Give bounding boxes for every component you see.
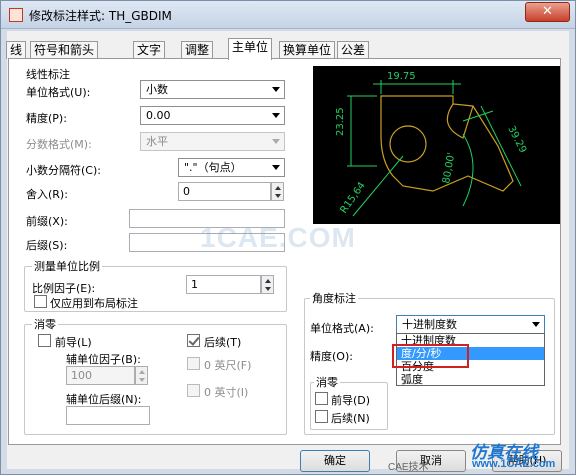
spin-up-icon (265, 279, 271, 283)
angular-group-label: 角度标注 (310, 290, 358, 306)
app-icon (9, 8, 23, 22)
highlight-box (392, 344, 469, 368)
zero-inch-label: 0 英寸(I) (204, 386, 249, 399)
scale-group-label: 测量单位比例 (32, 258, 102, 274)
sub-unit-suffix-label: 辅单位后缀(N): (66, 393, 142, 406)
decimal-separator-value: "."（句点） (184, 161, 242, 174)
angular-unit-format-label: 单位格式(A): (310, 322, 374, 335)
watermark-wechat: CAE技术 (388, 462, 429, 473)
layout-only-checkbox[interactable] (34, 295, 47, 308)
linear-group-label: 线性标注 (26, 68, 70, 81)
fraction-format-label: 分数格式(M): (26, 138, 92, 151)
tab-tolerances[interactable]: 公差 (337, 41, 370, 59)
title-bar: 修改标注样式: TH_GBDIM ✕ (1, 1, 575, 29)
angular-leading-label: 前导(D) (331, 394, 371, 407)
unit-format-label: 单位格式(U): (26, 86, 91, 99)
sub-unit-suffix-input[interactable] (66, 406, 150, 425)
unit-format-select[interactable]: 小数 (140, 80, 285, 99)
unit-format-value: 小数 (146, 83, 168, 96)
chevron-down-icon (532, 322, 540, 327)
sub-unit-factor-label: 辅单位因子(B): (66, 353, 141, 366)
tab-lines[interactable]: 线 (6, 41, 27, 59)
preview-dim-right: 39.29 (505, 124, 528, 155)
dropdown-option-radians[interactable]: 弧度 (397, 373, 544, 386)
preview-dim-left: 23.25 (335, 107, 346, 136)
precision-select[interactable]: 0.00 (140, 106, 285, 125)
preview-drawing: 19.75 23.25 39.29 80,00' R15,64 (335, 71, 528, 217)
decimal-separator-label: 小数分隔符(C): (26, 164, 101, 177)
angular-precision-label: 精度(O): (310, 350, 353, 363)
zero-inch-checkbox[interactable] (187, 384, 200, 397)
prefix-label: 前缀(X): (26, 215, 68, 228)
tab-fit[interactable]: 调整 (181, 41, 214, 59)
dimension-preview: 19.75 23.25 39.29 80,00' R15,64 (313, 66, 560, 224)
round-off-label: 舍入(R): (26, 188, 68, 201)
chevron-down-icon (272, 165, 280, 170)
window-title: 修改标注样式: TH_GBDIM (29, 9, 172, 23)
suffix-label: 后缀(S): (26, 239, 68, 252)
trailing-zero-checkbox[interactable] (187, 334, 200, 347)
close-button[interactable]: ✕ (525, 2, 570, 22)
leading-zero-checkbox[interactable] (38, 334, 51, 347)
fraction-format-select[interactable]: 水平 (140, 132, 285, 151)
angular-leading-checkbox[interactable] (315, 392, 328, 405)
round-off-input[interactable]: 0 (178, 182, 271, 201)
tab-symbols-arrows[interactable]: 符号和箭头 (30, 41, 99, 59)
watermark-url: www.1CAE.com (472, 458, 556, 470)
spin-down-icon (139, 378, 145, 382)
scale-factor-label: 比例因子(E): (32, 282, 96, 295)
trailing-zero-label: 后续(T) (204, 336, 242, 349)
spin-up-icon (275, 186, 281, 190)
ok-button[interactable]: 确定 (300, 450, 370, 472)
preview-dim-top: 19.75 (387, 71, 416, 82)
tab-alternate-units[interactable]: 换算单位 (279, 41, 336, 59)
tab-text[interactable]: 文字 (133, 41, 166, 59)
spin-down-icon (265, 287, 271, 291)
chevron-down-icon (272, 87, 280, 92)
chevron-down-icon (272, 139, 280, 144)
angular-unit-format-value: 十进制度数 (402, 318, 457, 331)
spin-down-icon (275, 194, 281, 198)
spin-up-icon (139, 370, 145, 374)
scale-factor-input[interactable]: 1 (186, 275, 261, 294)
angular-zero-label: 消零 (314, 374, 340, 390)
zero-feet-label: 0 英尺(F) (204, 359, 252, 372)
precision-label: 精度(P): (26, 112, 67, 125)
angular-trailing-checkbox[interactable] (315, 410, 328, 423)
angular-unit-format-select[interactable]: 十进制度数 (396, 315, 545, 334)
leading-zero-label: 前导(L) (55, 336, 92, 349)
decimal-separator-select[interactable]: "."（句点） (178, 158, 285, 177)
zero-suppression-label: 消零 (32, 316, 58, 332)
round-off-spinner[interactable] (271, 182, 284, 201)
chevron-down-icon (272, 113, 280, 118)
angular-trailing-label: 后续(N) (331, 412, 370, 425)
scale-factor-spinner[interactable] (261, 275, 274, 294)
preview-dim-radius: R15,64 (338, 180, 367, 215)
preview-dim-angle: 80,00' (441, 152, 457, 185)
fraction-format-value: 水平 (146, 135, 168, 148)
watermark-center: 1CAE.COM (200, 222, 356, 253)
layout-only-label: 仅应用到布局标注 (50, 297, 138, 310)
tab-primary-units[interactable]: 主单位 (228, 38, 273, 60)
sub-unit-factor-spinner[interactable] (135, 366, 148, 385)
sub-unit-factor-input[interactable]: 100 (66, 366, 135, 385)
zero-feet-checkbox[interactable] (187, 357, 200, 370)
precision-value: 0.00 (146, 109, 171, 122)
